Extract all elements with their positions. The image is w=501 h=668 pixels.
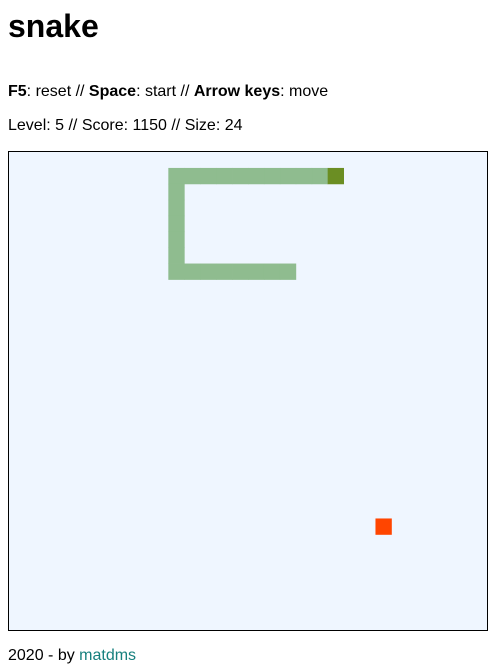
- snake-body-segment: [248, 167, 265, 185]
- move-description: : move: [280, 83, 329, 100]
- controls-help: F5: reset // Space: start // Arrow keys:…: [8, 82, 328, 101]
- snake-body-segment: [248, 263, 265, 280]
- snake-body-segment: [168, 231, 185, 248]
- game-page: snake F5: reset // Space: start // Arrow…: [0, 0, 501, 668]
- snake-body-segment: [184, 167, 201, 185]
- snake-body-segment: [168, 183, 185, 201]
- snake-body-segment: [168, 247, 185, 264]
- snake-head: [327, 167, 344, 185]
- snake-body-segment: [168, 167, 185, 185]
- snake-body-segment: [311, 167, 329, 185]
- snake-body-segment: [168, 215, 185, 233]
- game-board[interactable]: [8, 151, 488, 631]
- snake-body-segment: [279, 167, 297, 185]
- snake-body-segment: [232, 263, 249, 280]
- snake-body-segment: [263, 263, 281, 280]
- page-title: snake: [8, 8, 99, 44]
- reset-description: : reset //: [26, 83, 89, 100]
- snake-body-segment: [295, 167, 313, 185]
- snake-body-segment: [263, 167, 281, 185]
- snake-body-segment: [232, 167, 249, 185]
- snake-body-segment: [200, 167, 217, 185]
- snake-body-segment: [216, 167, 233, 185]
- footer: 2020 - by matdms: [8, 646, 136, 665]
- game-stats: Level: 5 // Score: 1150 // Size: 24: [8, 117, 243, 134]
- start-key-label: Space: [88, 83, 137, 100]
- author-link[interactable]: matdms: [79, 647, 136, 664]
- game-board-canvas: [168, 167, 392, 535]
- reset-key-label: F5: [8, 83, 27, 100]
- snake-body-segment: [168, 263, 185, 280]
- footer-prefix: 2020 - by: [8, 647, 80, 664]
- snake-body-segment: [168, 199, 185, 217]
- food-item: [375, 518, 392, 535]
- move-key-label: Arrow keys: [193, 83, 281, 100]
- snake-body-segment: [216, 263, 233, 280]
- snake-body-segment: [200, 263, 217, 280]
- start-description: : start //: [136, 83, 194, 100]
- snake-body-segment: [279, 263, 297, 280]
- snake-body-segment: [184, 263, 201, 280]
